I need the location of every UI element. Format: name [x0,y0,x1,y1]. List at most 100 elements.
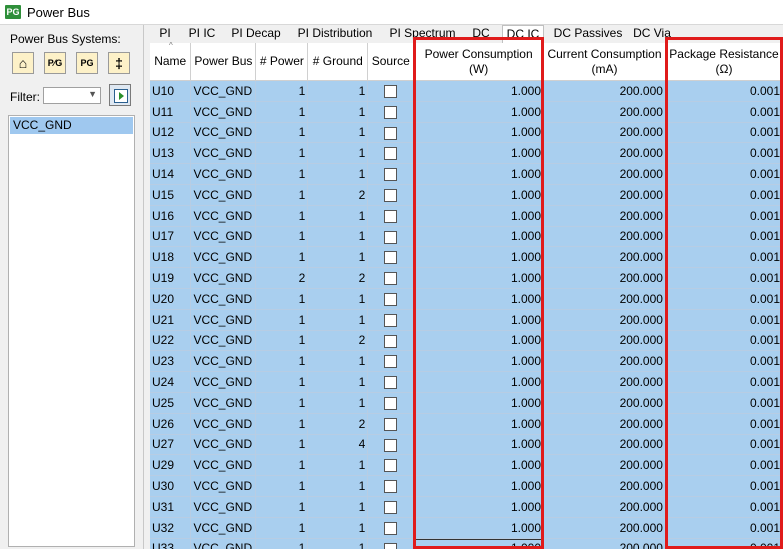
cell-bus[interactable]: VCC_GND [190,371,257,393]
cell-name[interactable]: U19 [150,267,192,289]
table-row[interactable]: U14 VCC_GND 1 1 1.000 200.000 0.001 [150,163,783,185]
cell-name[interactable]: U20 [150,288,192,310]
cell-pw[interactable]: 1.000 [413,350,545,373]
cell-bus[interactable]: VCC_GND [190,330,257,352]
cell-power[interactable]: 2 [255,267,309,289]
cell-res[interactable]: 0.001 [665,475,783,497]
cell-ground[interactable]: 1 [307,142,369,165]
power-bus-systems-list[interactable]: VCC_GND [8,115,135,547]
cell-ground[interactable]: 1 [307,371,369,393]
col-header-source[interactable]: Source [367,43,415,81]
cell-power[interactable]: 1 [255,288,309,310]
tab-dc-ic[interactable]: DC IC [502,25,544,44]
cell-pw[interactable]: 1.000 [413,392,545,414]
col-header-ground-count[interactable]: # Ground [307,43,369,81]
cell-source[interactable] [367,205,415,227]
cell-res[interactable]: 0.001 [665,226,783,248]
cell-source[interactable] [367,122,415,144]
cell-power[interactable]: 1 [255,101,309,123]
cell-bus[interactable]: VCC_GND [190,101,257,123]
cell-bus[interactable]: VCC_GND [190,142,257,165]
cell-cur[interactable]: 200.000 [543,309,666,331]
cell-power[interactable]: 1 [255,142,309,165]
cell-res[interactable]: 0.001 [665,538,783,549]
cell-bus[interactable]: VCC_GND [190,246,257,269]
col-header-current-consumption[interactable]: Current Consumption (mA) [543,43,666,81]
filter-dropdown[interactable]: ▼ [43,87,101,104]
house-button[interactable]: ⌂ [12,52,34,74]
cell-res[interactable]: 0.001 [665,142,783,165]
cell-pw[interactable]: 1.000 [413,184,545,206]
cell-source[interactable] [367,392,415,414]
tab-pi-ic[interactable]: PI IC [184,25,220,42]
cell-cur[interactable]: 200.000 [543,184,666,206]
tab-pi-decap[interactable]: PI Decap [227,25,285,42]
cell-cur[interactable]: 200.000 [543,122,666,144]
cell-pw[interactable]: 1.000 [413,454,545,477]
cell-bus[interactable]: VCC_GND [190,184,257,206]
source-checkbox[interactable] [384,521,398,535]
cell-bus[interactable]: VCC_GND [190,434,257,456]
table-row[interactable]: U12 VCC_GND 1 1 1.000 200.000 0.001 [150,122,783,144]
cell-ground[interactable]: 1 [307,392,369,414]
cell-res[interactable]: 0.001 [665,517,783,539]
cell-cur[interactable]: 200.000 [543,101,666,123]
cell-power[interactable]: 1 [255,434,309,456]
table-row[interactable]: U32 VCC_GND 1 1 1.000 200.000 0.001 [150,517,783,539]
cell-power[interactable]: 1 [255,330,309,352]
cell-bus[interactable]: VCC_GND [190,80,257,102]
table-row[interactable]: U13 VCC_GND 1 1 1.000 200.000 0.001 [150,142,783,165]
cell-name[interactable]: U11 [150,101,192,123]
cell-source[interactable] [367,434,415,456]
table-row[interactable]: U30 VCC_GND 1 1 1.000 200.000 0.001 [150,475,783,497]
cell-name[interactable]: U23 [150,350,192,373]
cell-power[interactable]: 1 [255,371,309,393]
table-row[interactable]: U24 VCC_GND 1 1 1.000 200.000 0.001 [150,371,783,393]
cell-bus[interactable]: VCC_GND [190,309,257,331]
cell-source[interactable] [367,101,415,123]
cell-res[interactable]: 0.001 [665,288,783,310]
cell-cur[interactable]: 200.000 [543,288,666,310]
cell-ground[interactable]: 2 [307,267,369,289]
cell-source[interactable] [367,163,415,185]
cell-bus[interactable]: VCC_GND [190,496,257,518]
source-checkbox[interactable] [384,334,398,348]
cell-bus[interactable]: VCC_GND [190,454,257,477]
cell-bus[interactable]: VCC_GND [190,413,257,435]
cell-power[interactable]: 1 [255,205,309,227]
cell-pw[interactable]: 1.000 [413,122,545,144]
dc-ic-grid[interactable]: Name Power Bus # Power # Ground Source P… [150,43,783,549]
cell-ground[interactable]: 1 [307,163,369,185]
tab-pi[interactable]: PI [152,25,178,42]
cell-res[interactable]: 0.001 [665,163,783,185]
source-checkbox[interactable] [384,397,398,411]
cell-res[interactable]: 0.001 [665,496,783,518]
cell-source[interactable] [367,288,415,310]
cell-source[interactable] [367,142,415,165]
capacitor-button[interactable]: ‡ [108,52,130,74]
table-row[interactable]: U21 VCC_GND 1 1 1.000 200.000 0.001 [150,309,783,331]
cell-ground[interactable]: 4 [307,434,369,456]
source-checkbox[interactable] [384,85,398,99]
tab-dc[interactable]: DC [466,25,496,42]
cell-cur[interactable]: 200.000 [543,350,666,373]
table-row[interactable]: U18 VCC_GND 1 1 1.000 200.000 0.001 [150,246,783,269]
cell-res[interactable]: 0.001 [665,371,783,393]
cell-cur[interactable]: 200.000 [543,413,666,435]
cell-name[interactable]: U31 [150,496,192,518]
cell-ground[interactable]: 1 [307,496,369,518]
source-checkbox[interactable] [384,376,398,390]
cell-source[interactable] [367,184,415,206]
p-slash-g-button[interactable]: P⁄G [44,52,66,74]
source-checkbox[interactable] [384,272,398,286]
cell-cur[interactable]: 200.000 [543,371,666,393]
source-checkbox[interactable] [384,459,398,473]
col-header-power-bus[interactable]: Power Bus [190,43,257,81]
cell-pw[interactable]: 1.000 [413,496,545,518]
cell-pw[interactable]: 1.000 [413,517,545,539]
cell-name[interactable]: U27 [150,434,192,456]
cell-cur[interactable]: 200.000 [543,142,666,165]
apply-filter-button[interactable] [109,84,131,106]
cell-pw[interactable]: 1.000 [413,205,545,227]
cell-power[interactable]: 1 [255,350,309,373]
